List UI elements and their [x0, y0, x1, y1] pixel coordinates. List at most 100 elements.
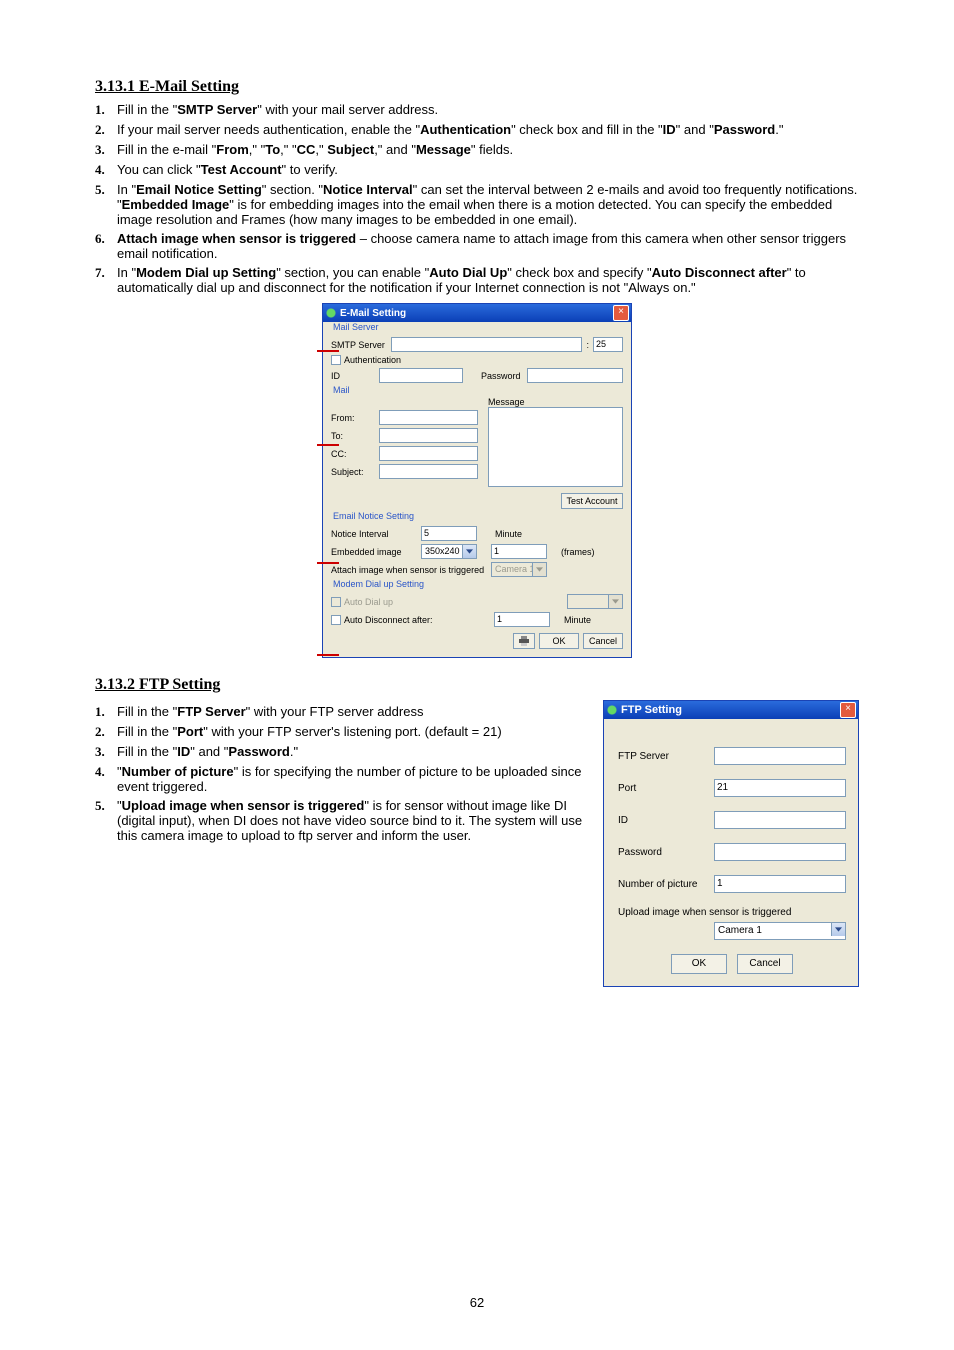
group-mail: Mail [331, 385, 352, 395]
embedded-size-value: 350x240 [425, 546, 460, 556]
close-icon[interactable]: × [840, 702, 856, 718]
id-input[interactable] [379, 368, 463, 383]
label-frames: (frames) [561, 547, 595, 557]
port-input[interactable]: 21 [714, 779, 846, 797]
password-input[interactable] [527, 368, 623, 383]
ok-button[interactable]: OK [671, 954, 727, 974]
email-item-1: 1.Fill in the "SMTP Server" with your ma… [95, 102, 859, 118]
from-input[interactable] [379, 410, 478, 425]
email-item-3: 3.Fill in the e-mail "From," "To," "CC,"… [95, 142, 859, 158]
label-minute: Minute [495, 529, 522, 539]
smtp-port-input[interactable]: 25 [593, 337, 623, 352]
cancel-button[interactable]: Cancel [583, 633, 623, 649]
autodial-checkbox[interactable] [331, 597, 341, 607]
email-section-title: 3.13.1 E-Mail Setting [95, 78, 859, 96]
page-number: 62 [0, 1295, 954, 1310]
numpic-input[interactable]: 1 [714, 875, 846, 893]
auth-checkbox[interactable] [331, 355, 341, 365]
email-dialog: E-Mail Setting × Mail Server SMTP Server… [322, 303, 632, 658]
ftp-dialog-title: FTP Setting [621, 704, 840, 716]
row-idpw: ID Password [331, 368, 623, 383]
email-dialog-wrap: E-Mail Setting × Mail Server SMTP Server… [95, 303, 859, 658]
autodial-combo[interactable] [567, 594, 623, 609]
smtp-input[interactable] [391, 337, 582, 352]
group-modem: Modem Dial up Setting [331, 579, 426, 589]
interval-input[interactable]: 5 [421, 526, 477, 541]
chevron-down-icon [462, 545, 476, 558]
row-auth: Authentication [331, 355, 623, 365]
label-interval: Notice Interval [331, 529, 421, 539]
email-dialog-footer: OK Cancel [331, 633, 623, 649]
label-id: ID [331, 371, 379, 381]
app-icon [606, 704, 618, 716]
label-sep: : [582, 340, 593, 350]
group-mail-server: Mail Server [331, 322, 381, 332]
chevron-down-icon [608, 595, 622, 608]
embedded-size-combo[interactable]: 350x240 [421, 544, 477, 559]
label-password: Password [618, 847, 714, 858]
label-subject: Subject: [331, 467, 379, 477]
label-attach: Attach image when sensor is triggered [331, 565, 491, 575]
ftp-id-input[interactable] [714, 811, 846, 829]
label-autodisc: Auto Disconnect after: [344, 615, 494, 625]
email-item-4: 4.You can click "Test Account" to verify… [95, 162, 859, 178]
ftp-dialog-wrap: FTP Setting × FTP Server Port21 ID Passw… [603, 700, 859, 987]
printer-icon [518, 636, 530, 646]
email-dialog-body: Mail Server SMTP Server : 25 Authenticat… [323, 322, 631, 657]
callout-line [317, 654, 339, 656]
ftp-item-2: 2.Fill in the "Port" with your FTP serve… [95, 724, 583, 740]
page: 3.13.1 E-Mail Setting 1.Fill in the "SMT… [0, 0, 954, 1350]
ftp-server-input[interactable] [714, 747, 846, 765]
attach-camera-combo[interactable]: Camera 1 [491, 562, 547, 577]
print-button[interactable] [513, 633, 535, 649]
autodisc-input[interactable]: 1 [494, 612, 550, 627]
label-cc: CC: [331, 449, 379, 459]
label-minute-2: Minute [564, 615, 591, 625]
ftp-section-title: 3.13.2 FTP Setting [95, 676, 859, 694]
upload-camera-combo[interactable]: Camera 1 [714, 922, 846, 940]
label-auth: Authentication [344, 355, 401, 365]
to-input[interactable] [379, 428, 478, 443]
email-dialog-title: E-Mail Setting [340, 308, 613, 319]
ftp-item-5: 5."Upload image when sensor is triggered… [95, 798, 583, 843]
autodisc-checkbox[interactable] [331, 615, 341, 625]
label-from: From: [331, 413, 379, 423]
ftp-item-4: 4."Number of picture" is for specifying … [95, 764, 583, 794]
email-item-5: 5.In "Email Notice Setting" section. "No… [95, 182, 859, 227]
cancel-button[interactable]: Cancel [737, 954, 793, 974]
email-item-2: 2.If your mail server needs authenticati… [95, 122, 859, 138]
chevron-down-icon [532, 563, 546, 576]
email-item-7: 7.In "Modem Dial up Setting" section, yo… [95, 265, 859, 295]
label-numpic: Number of picture [618, 879, 714, 890]
label-password: Password [481, 371, 521, 381]
chevron-down-icon [831, 923, 845, 936]
label-message: Message [488, 397, 623, 407]
ftp-dialog-body: FTP Server Port21 ID Password Number of … [604, 719, 858, 986]
ok-button[interactable]: OK [539, 633, 579, 649]
label-to: To: [331, 431, 379, 441]
test-account-button[interactable]: Test Account [561, 493, 623, 509]
label-smtp: SMTP Server [331, 340, 391, 350]
ftp-password-input[interactable] [714, 843, 846, 861]
group-notice: Email Notice Setting [331, 511, 416, 521]
label-embedded: Embedded image [331, 547, 421, 557]
attach-camera-value: Camera 1 [495, 564, 535, 574]
frames-input[interactable]: 1 [491, 544, 547, 559]
ftp-item-1: 1.Fill in the "FTP Server" with your FTP… [95, 704, 583, 720]
email-item-6: 6.Attach image when sensor is triggered … [95, 231, 859, 261]
ftp-dialog: FTP Setting × FTP Server Port21 ID Passw… [603, 700, 859, 987]
close-icon[interactable]: × [613, 305, 629, 321]
ftp-dialog-footer: OK Cancel [618, 954, 846, 974]
message-textarea[interactable] [488, 407, 623, 487]
upload-camera-value: Camera 1 [718, 925, 762, 936]
subject-input[interactable] [379, 464, 478, 479]
ftp-dialog-titlebar: FTP Setting × [604, 701, 858, 719]
ftp-item-3: 3.Fill in the "ID" and "Password." [95, 744, 583, 760]
cc-input[interactable] [379, 446, 478, 461]
label-ftp-server: FTP Server [618, 751, 714, 762]
label-autodial: Auto Dial up [344, 597, 393, 607]
label-upload: Upload image when sensor is triggered [618, 907, 846, 918]
label-port: Port [618, 783, 714, 794]
email-dialog-titlebar: E-Mail Setting × [323, 304, 631, 322]
app-icon [325, 307, 337, 319]
